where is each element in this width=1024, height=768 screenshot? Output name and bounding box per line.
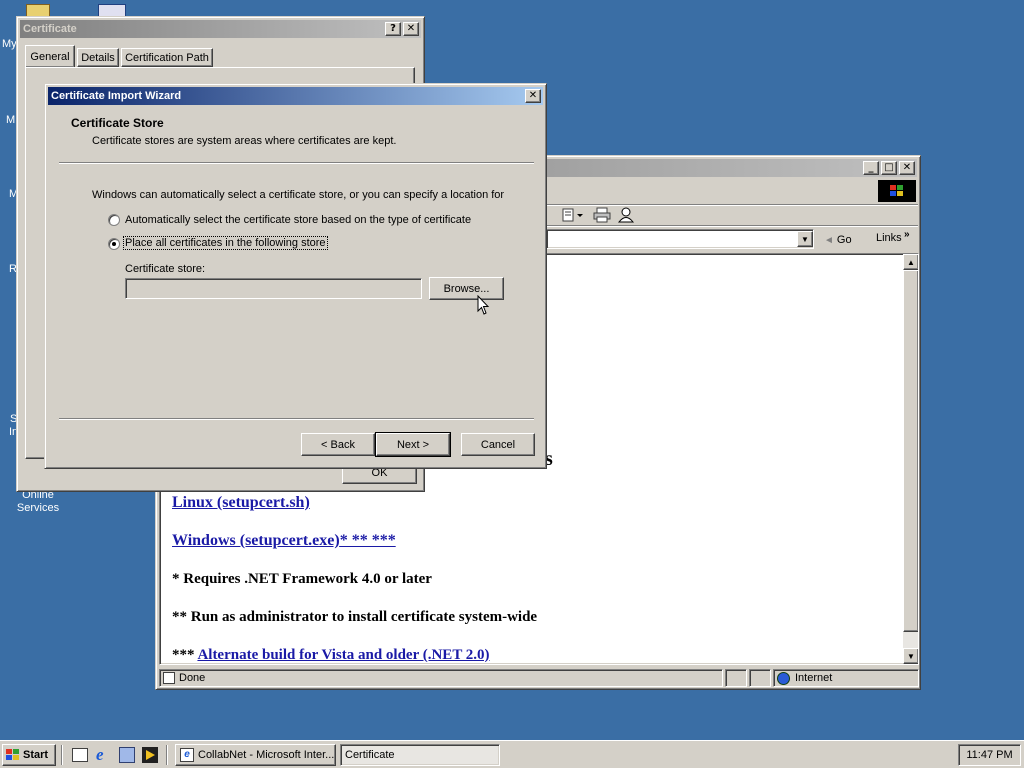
vertical-scrollbar[interactable]: ▲ ▼: [903, 254, 918, 664]
wizard-title: Certificate Import Wizard: [51, 90, 182, 102]
zone-label: Internet: [795, 672, 833, 684]
close-button[interactable]: ✕: [899, 161, 915, 175]
desktop-label: My: [2, 38, 17, 50]
browse-button[interactable]: Browse...: [429, 277, 504, 300]
go-arrow-icon: ◄: [824, 234, 834, 246]
taskbar-button-label: Certificate: [345, 749, 395, 761]
certificate-store-label: Certificate store:: [125, 263, 206, 275]
tab-certification-path[interactable]: Certification Path: [121, 48, 213, 67]
windows-flag-icon: [6, 749, 19, 760]
tab-details[interactable]: Details: [77, 48, 119, 67]
windows-download-link[interactable]: Windows (setupcert.exe)* ** ***: [172, 532, 396, 549]
help-button[interactable]: ?: [385, 22, 401, 36]
taskbar: Start e e CollabNet - Microsoft Inter...…: [0, 740, 1024, 768]
taskbar-button-label: CollabNet - Microsoft Inter...: [198, 749, 335, 761]
radio-auto-select[interactable]: [108, 214, 120, 226]
note3-prefix: ***: [172, 647, 195, 663]
next-button[interactable]: Next >: [375, 432, 451, 457]
wizard-header-title: Certificate Store: [71, 116, 164, 130]
wizard-titlebar: Certificate Import Wizard ✕: [48, 87, 543, 105]
tab-general[interactable]: General: [25, 45, 75, 67]
links-chevron-icon[interactable]: »: [904, 229, 910, 240]
go-label: Go: [836, 234, 852, 246]
system-tray: 11:47 PM: [958, 744, 1021, 766]
links-label[interactable]: Links: [876, 232, 902, 244]
note-run-as-admin: ** Run as administrator to install certi…: [172, 609, 538, 625]
back-button[interactable]: < Back: [301, 433, 375, 456]
scroll-thumb[interactable]: [903, 270, 918, 632]
scroll-down-button[interactable]: ▼: [903, 648, 918, 664]
minimize-button[interactable]: _: [863, 161, 879, 175]
import-wizard-window: Certificate Import Wizard ✕ Certificate …: [44, 83, 547, 469]
start-button[interactable]: Start: [2, 744, 56, 766]
windows-link-suffix: * ** ***: [339, 532, 396, 549]
taskbar-button-certificate[interactable]: Certificate: [340, 744, 500, 766]
address-dropdown-button[interactable]: ▼: [797, 231, 813, 247]
windows-logo-icon: [878, 180, 916, 202]
radio-auto-select-label[interactable]: Automatically select the certificate sto…: [125, 214, 471, 226]
start-label: Start: [23, 749, 49, 761]
linux-download-link[interactable]: Linux (setupcert.sh): [172, 494, 310, 511]
wizard-header-desc: Certificate stores are system areas wher…: [92, 135, 397, 147]
close-button[interactable]: ✕: [403, 22, 419, 36]
scroll-up-button[interactable]: ▲: [903, 254, 918, 270]
radio-place-in-store-label[interactable]: Place all certificates in the following …: [123, 236, 328, 250]
status-text: Done: [179, 672, 206, 684]
go-button[interactable]: ◄ Go: [824, 231, 862, 249]
internet-explorer-icon[interactable]: e: [96, 746, 114, 764]
print-icon[interactable]: [592, 207, 612, 223]
status-bar: Done Internet: [159, 668, 919, 688]
mouse-cursor-icon: [477, 295, 490, 315]
desktop-icon-online-services-label[interactable]: Online Services: [12, 489, 64, 515]
edit-icon[interactable]: [562, 207, 584, 223]
close-button[interactable]: ✕: [525, 89, 541, 103]
messenger-icon[interactable]: [616, 207, 636, 223]
note-requires-net: * Requires .NET Framework 4.0 or later: [172, 571, 432, 587]
cancel-button[interactable]: Cancel: [461, 433, 535, 456]
desktop-label: M: [6, 114, 16, 126]
globe-icon: [777, 671, 790, 685]
maximize-button[interactable]: □: [881, 161, 897, 175]
wizard-intro-text: Windows can automatically select a certi…: [92, 189, 505, 201]
page-icon: [163, 672, 175, 684]
taskbar-button-collabnet[interactable]: e CollabNet - Microsoft Inter...: [175, 744, 336, 766]
certificate-titlebar: Certificate ? ✕: [20, 20, 421, 38]
outlook-express-icon[interactable]: [119, 747, 135, 763]
address-input[interactable]: [546, 229, 814, 249]
media-player-icon[interactable]: [142, 747, 158, 763]
certificate-title: Certificate: [23, 23, 77, 35]
ie-page-icon: e: [180, 748, 194, 762]
show-desktop-icon[interactable]: [72, 748, 88, 762]
clock[interactable]: 11:47 PM: [966, 749, 1012, 761]
certificate-store-field[interactable]: [125, 278, 422, 299]
zone-panel: Internet: [773, 669, 919, 687]
alternate-build-link[interactable]: Alternate build for Vista and older (.NE…: [197, 647, 489, 663]
radio-place-in-store[interactable]: [108, 238, 120, 250]
